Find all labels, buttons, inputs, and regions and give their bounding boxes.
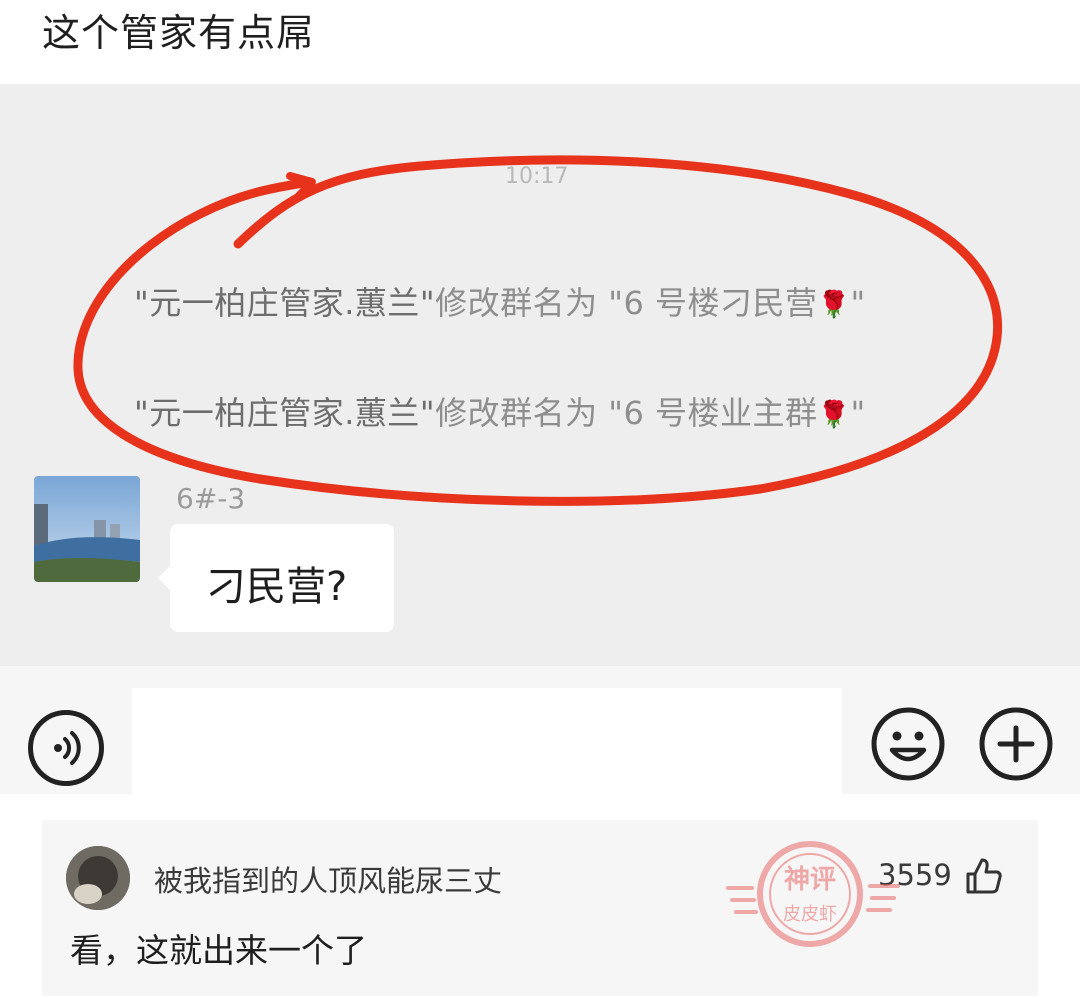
system-message-close-quote: ": [850, 284, 866, 322]
system-message-close-quote: ": [850, 394, 866, 432]
post-title: 这个管家有点屌: [42, 11, 316, 55]
system-message-action: 修改群名为 "6 号楼业主群: [435, 394, 818, 432]
sender-name: 6#-3: [176, 482, 246, 515]
watermark-line1: 神评: [784, 865, 836, 895]
emoji-icon[interactable]: [870, 706, 946, 782]
message-bubble[interactable]: 刁民营?: [158, 524, 394, 632]
system-message-rename: "元一柏庄管家.蕙兰"修改群名为 "6 号楼刁民营🌹": [134, 278, 866, 324]
rose-icon: 🌹: [817, 290, 851, 320]
chat-screenshot: 10:17 "元一柏庄管家.蕙兰"修改群名为 "6 号楼刁民营🌹" "元一柏庄管…: [0, 84, 1080, 794]
sender-avatar[interactable]: [34, 476, 140, 582]
system-message-rename: "元一柏庄管家.蕙兰"修改群名为 "6 号楼业主群🌹": [134, 388, 866, 434]
message-timestamp: 10:17: [505, 164, 569, 189]
watermark-line2: 皮皮虾: [783, 904, 837, 925]
chat-input-bar: [0, 666, 1080, 794]
system-message-action: 修改群名为 "6 号楼刁民营: [435, 284, 818, 322]
comment-text: 看，这就出来一个了: [70, 931, 367, 970]
system-message-actor: "元一柏庄管家.蕙兰": [134, 284, 436, 322]
rose-icon: 🌹: [817, 400, 851, 430]
shenping-watermark: 神评 皮皮虾: [726, 841, 900, 947]
message-input[interactable]: [132, 688, 842, 794]
commenter-name[interactable]: 被我指到的人顶风能尿三丈: [154, 858, 502, 900]
system-message-actor: "元一柏庄管家.蕙兰": [134, 394, 436, 432]
comment-card: 被我指到的人顶风能尿三丈 3559 看，这就出来一个了 神评 皮皮虾: [42, 820, 1038, 996]
voice-icon[interactable]: [28, 710, 104, 786]
message-text: 刁民营?: [206, 564, 348, 610]
commenter-avatar[interactable]: [66, 846, 130, 910]
plus-icon[interactable]: [978, 706, 1054, 782]
thumbs-up-icon[interactable]: [964, 856, 1004, 896]
